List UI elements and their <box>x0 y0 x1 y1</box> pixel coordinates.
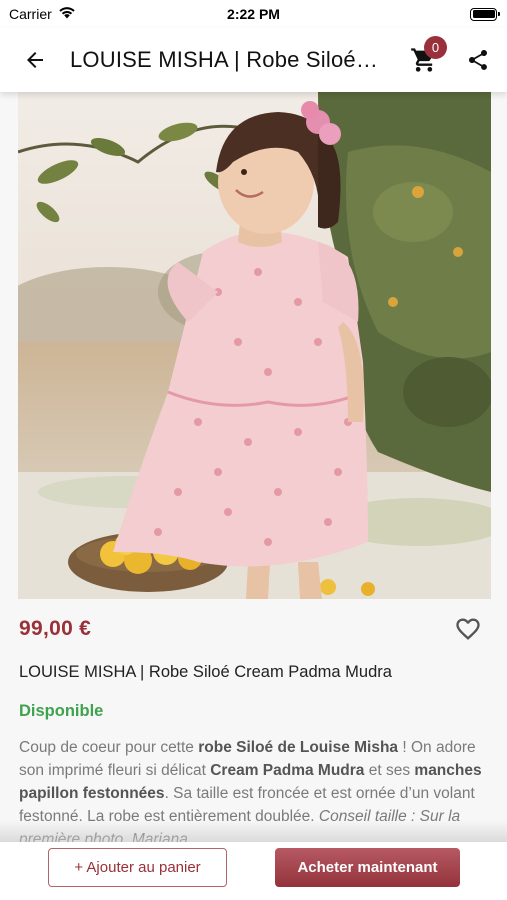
product-name: LOUISE MISHA | Robe Siloé Cream Padma Mu… <box>19 663 392 681</box>
page-title: LOUISE MISHA | Robe Siloé Cream Padma Mu… <box>70 47 399 72</box>
buy-now-button[interactable]: Acheter maintenant <box>275 847 460 887</box>
favorite-button[interactable] <box>453 614 483 644</box>
bottom-action-bar: + Ajouter au panier Acheter maintenant <box>0 842 507 900</box>
description-text: Coup de coeur pour cette <box>19 739 199 756</box>
add-to-cart-button[interactable]: + Ajouter au panier <box>48 847 227 887</box>
status-bar: Carrier 2:22 PM <box>0 0 507 28</box>
status-time: 2:22 PM <box>227 6 280 22</box>
product-scroll-area[interactable]: 99,00 € LOUISE MISHA | Robe Siloé Cream … <box>0 92 507 842</box>
cart-count-badge: 0 <box>424 36 447 59</box>
description-text: et ses <box>364 762 415 779</box>
product-price: 99,00 € <box>19 617 92 640</box>
status-left: Carrier <box>9 6 76 22</box>
heart-icon <box>456 618 480 640</box>
cart-button[interactable]: 0 <box>399 28 449 92</box>
arrow-left-icon <box>27 52 43 68</box>
back-button[interactable] <box>0 28 70 92</box>
share-button[interactable] <box>449 28 507 92</box>
battery-icon <box>470 7 500 21</box>
availability-status: Disponible <box>19 702 104 720</box>
product-image[interactable] <box>18 92 491 599</box>
carrier-label: Carrier <box>9 6 52 22</box>
share-icon <box>469 50 487 70</box>
description-highlight: Cream Padma Mudra <box>210 762 365 779</box>
wifi-icon <box>58 6 76 22</box>
scroll-fade <box>0 820 507 842</box>
price-row: 99,00 € <box>19 614 483 644</box>
description-highlight: robe Siloé de Louise Misha <box>198 739 399 756</box>
app-header: LOUISE MISHA | Robe Siloé Cream Padma Mu… <box>0 28 507 92</box>
